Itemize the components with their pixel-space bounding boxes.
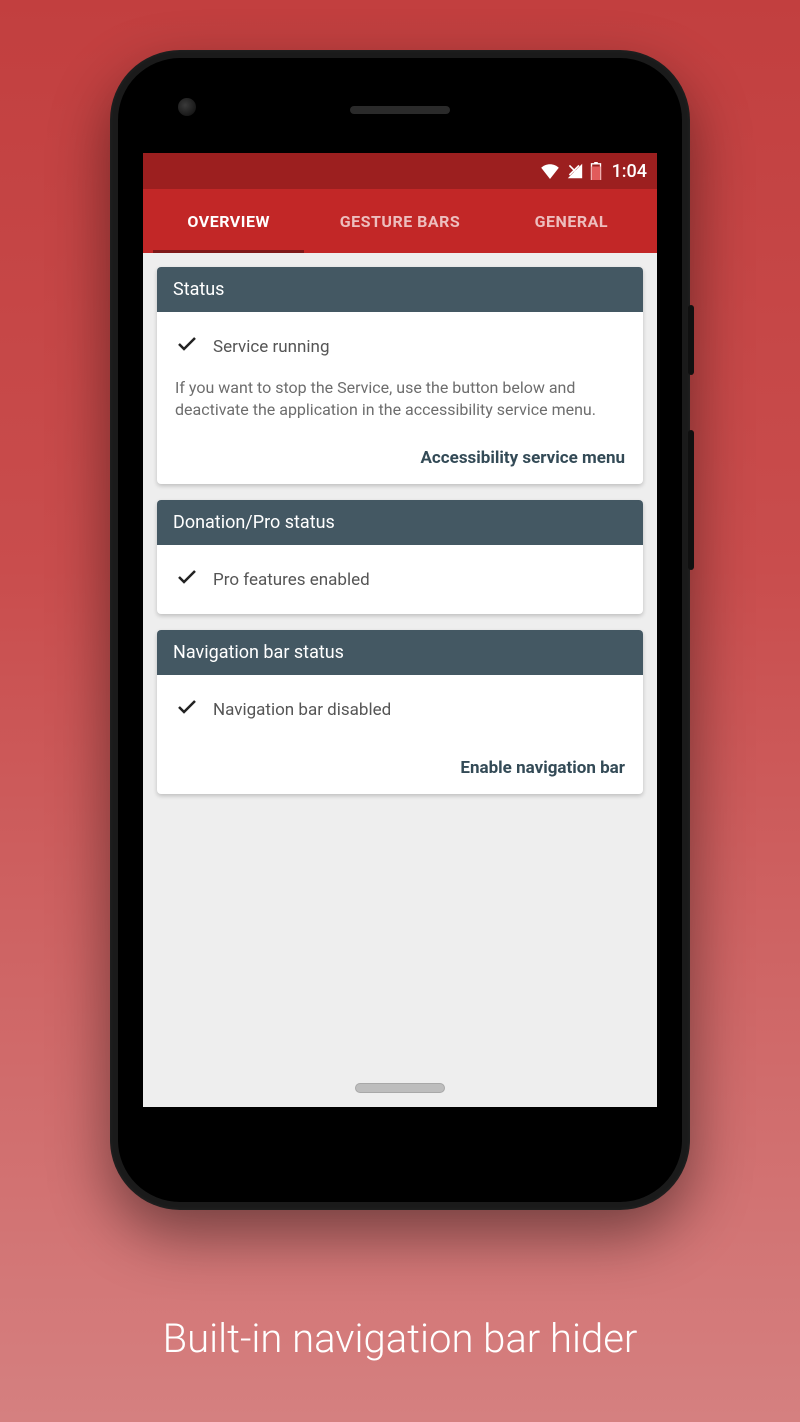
status-row: Service running bbox=[175, 326, 625, 371]
check-icon bbox=[175, 332, 199, 361]
front-camera bbox=[178, 98, 196, 116]
card-header: Donation/Pro status bbox=[157, 500, 643, 545]
tab-label: GENERAL bbox=[535, 212, 608, 231]
promo-caption: Built-in navigation bar hider bbox=[0, 1315, 800, 1362]
tab-label: GESTURE BARS bbox=[340, 212, 461, 231]
check-icon bbox=[175, 565, 199, 594]
tab-label: OVERVIEW bbox=[187, 212, 270, 231]
tab-gesture-bars[interactable]: GESTURE BARS bbox=[314, 189, 485, 253]
status-row: Pro features enabled bbox=[175, 559, 625, 604]
status-description: If you want to stop the Service, use the… bbox=[175, 371, 625, 424]
status-text: Pro features enabled bbox=[213, 570, 370, 590]
status-row: Navigation bar disabled bbox=[175, 689, 625, 734]
clock-text: 1:04 bbox=[612, 161, 647, 182]
screen: 1:04 OVERVIEW GESTURE BARS GENERAL Statu… bbox=[143, 153, 657, 1107]
card-header: Status bbox=[157, 267, 643, 312]
content-area: Status Service running If you want to st… bbox=[143, 253, 657, 808]
accessibility-menu-button[interactable]: Accessibility service menu bbox=[157, 434, 643, 484]
card-navbar: Navigation bar status Navigation bar dis… bbox=[157, 630, 643, 794]
cellular-icon bbox=[566, 163, 584, 179]
phone-frame: 1:04 OVERVIEW GESTURE BARS GENERAL Statu… bbox=[110, 50, 690, 1210]
check-icon bbox=[175, 695, 199, 724]
card-status: Status Service running If you want to st… bbox=[157, 267, 643, 484]
earpiece-speaker bbox=[350, 106, 450, 114]
wifi-icon bbox=[540, 163, 560, 179]
battery-icon bbox=[590, 162, 602, 180]
volume-button bbox=[688, 430, 694, 570]
home-indicator[interactable] bbox=[355, 1083, 445, 1093]
tab-overview[interactable]: OVERVIEW bbox=[143, 189, 314, 253]
status-bar: 1:04 bbox=[143, 153, 657, 189]
tab-bar: OVERVIEW GESTURE BARS GENERAL bbox=[143, 189, 657, 253]
card-donation: Donation/Pro status Pro features enabled bbox=[157, 500, 643, 614]
status-text: Service running bbox=[213, 337, 330, 357]
status-text: Navigation bar disabled bbox=[213, 700, 391, 720]
tab-general[interactable]: GENERAL bbox=[486, 189, 657, 253]
power-button bbox=[688, 305, 694, 375]
card-header: Navigation bar status bbox=[157, 630, 643, 675]
enable-navbar-button[interactable]: Enable navigation bar bbox=[157, 744, 643, 794]
